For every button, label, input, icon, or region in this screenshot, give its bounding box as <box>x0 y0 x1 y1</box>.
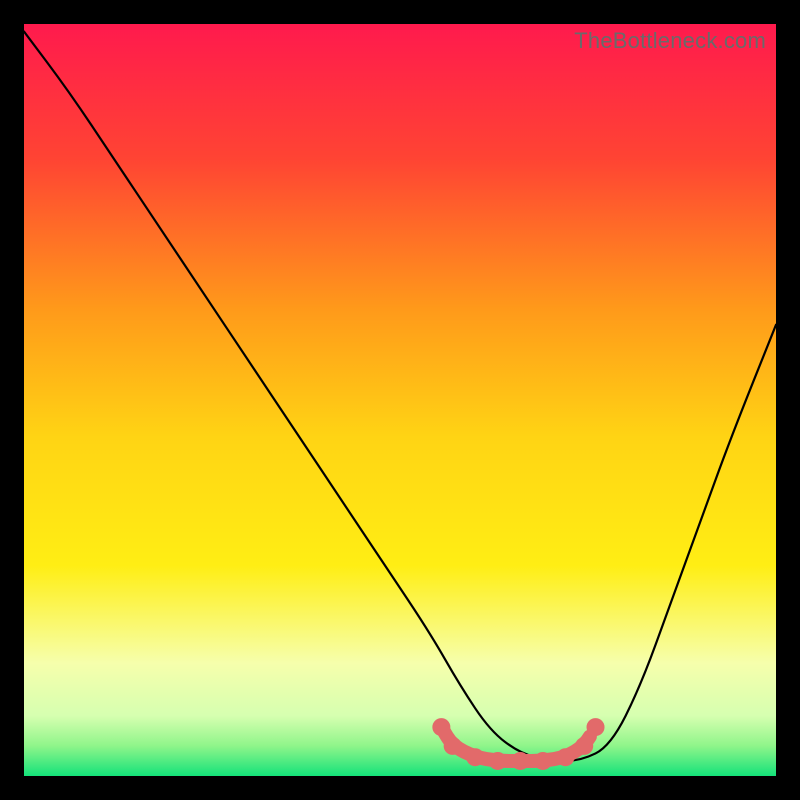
optimal-marker-dot <box>534 752 552 770</box>
optimal-marker-dot <box>444 737 462 755</box>
plot-area: TheBottleneck.com <box>24 24 776 776</box>
optimal-marker-dot <box>466 748 484 766</box>
chart-svg <box>24 24 776 776</box>
optimal-marker-dot <box>511 752 529 770</box>
optimal-marker-dot <box>587 718 605 736</box>
optimal-marker-dot <box>575 737 593 755</box>
gradient-background <box>24 24 776 776</box>
optimal-marker-dot <box>489 752 507 770</box>
chart-frame: TheBottleneck.com <box>0 0 800 800</box>
watermark: TheBottleneck.com <box>574 28 766 54</box>
optimal-marker-dot <box>432 718 450 736</box>
optimal-marker-dot <box>556 748 574 766</box>
